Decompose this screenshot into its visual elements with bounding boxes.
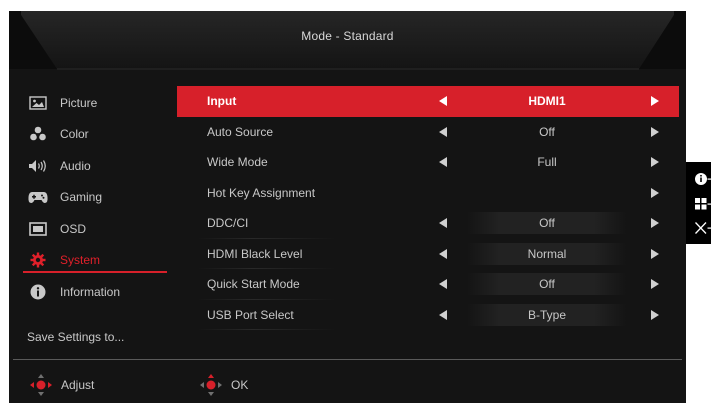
row-label: Quick Start Mode	[207, 277, 300, 292]
title-bar: Mode - Standard	[9, 11, 686, 73]
arrow-left-icon[interactable]	[439, 96, 447, 107]
arrow-right-icon[interactable]	[651, 218, 659, 229]
menu-row-usb-port-select[interactable]: USB Port Select B-Type	[177, 300, 679, 330]
adjust-hint: Adjust	[29, 367, 94, 403]
picture-icon	[28, 95, 48, 111]
info-icon[interactable]	[695, 171, 711, 187]
osd-menu: Mode - Standard Picture Color Audio Gami…	[9, 11, 686, 403]
row-label: Hot Key Assignment	[207, 185, 316, 200]
osd-icon	[28, 221, 48, 237]
row-value: Full	[537, 155, 557, 170]
sidebar-item-label: OSD	[60, 221, 87, 236]
row-value: Off	[467, 212, 627, 235]
row-label: USB Port Select	[207, 307, 294, 322]
sidebar: Picture Color Audio Gaming OSD System In…	[23, 87, 167, 308]
gear-icon	[28, 252, 48, 268]
sidebar-item-osd[interactable]: OSD	[23, 213, 167, 245]
info-icon	[28, 284, 48, 300]
settings-menu: Input HDMI1 Auto Source Off Wide Mode Fu…	[177, 86, 679, 330]
sidebar-item-gaming[interactable]: Gaming	[23, 182, 167, 214]
arrow-right-icon[interactable]	[651, 248, 659, 259]
footer-hints: Adjust OK	[9, 367, 686, 403]
row-value: Off	[467, 273, 627, 296]
sidebar-item-label: System	[60, 253, 101, 268]
arrow-left-icon[interactable]	[439, 279, 447, 290]
sidebar-item-label: Picture	[60, 95, 98, 110]
arrow-right-icon[interactable]	[651, 309, 659, 320]
arrow-left-icon[interactable]	[439, 157, 447, 168]
gamepad-icon	[28, 189, 48, 205]
row-value: Off	[539, 124, 555, 139]
row-underline	[197, 329, 337, 330]
dpad-adjust-icon	[30, 374, 52, 396]
menu-row-ddc-ci[interactable]: DDC/CI Off	[177, 208, 679, 239]
arrow-right-icon[interactable]	[651, 96, 659, 107]
sidebar-item-label: Gaming	[60, 190, 103, 205]
page-title: Mode - Standard	[301, 29, 394, 43]
arrow-left-icon[interactable]	[439, 218, 447, 229]
footer-divider	[13, 359, 682, 360]
row-label: DDC/CI	[207, 216, 249, 231]
ok-hint: OK	[199, 367, 248, 403]
grid-icon[interactable]	[695, 196, 711, 212]
row-value: B-Type	[467, 303, 627, 326]
sidebar-item-color[interactable]: Color	[23, 119, 167, 151]
quick-side-panel	[686, 162, 711, 244]
menu-row-wide-mode[interactable]: Wide Mode Full	[177, 147, 679, 178]
arrow-right-icon[interactable]	[651, 187, 659, 198]
speaker-icon	[28, 158, 48, 174]
sidebar-item-information[interactable]: Information	[23, 276, 167, 308]
arrow-left-icon[interactable]	[439, 248, 447, 259]
color-palette-icon	[28, 126, 48, 142]
sidebar-item-label: Color	[60, 127, 89, 142]
arrow-right-icon[interactable]	[651, 279, 659, 290]
menu-row-auto-source[interactable]: Auto Source Off	[177, 117, 679, 148]
menu-row-input[interactable]: Input HDMI1	[177, 86, 679, 117]
arrow-right-icon[interactable]	[651, 157, 659, 168]
sidebar-item-audio[interactable]: Audio	[23, 150, 167, 182]
row-label: HDMI Black Level	[207, 246, 303, 261]
dpad-ok-icon	[200, 374, 222, 396]
menu-row-hdmi-black-level[interactable]: HDMI Black Level Normal	[177, 239, 679, 269]
arrow-right-icon[interactable]	[651, 126, 659, 137]
row-label: Auto Source	[207, 124, 274, 139]
arrow-left-icon[interactable]	[439, 309, 447, 320]
sidebar-item-label: Audio	[60, 158, 91, 173]
ok-label: OK	[231, 378, 249, 392]
row-value: HDMI1	[528, 94, 566, 109]
menu-row-hot-key-assignment[interactable]: Hot Key Assignment	[177, 178, 679, 209]
arrow-left-icon[interactable]	[439, 126, 447, 137]
adjust-label: Adjust	[61, 378, 95, 392]
sidebar-item-label: Information	[60, 284, 121, 299]
save-settings-button[interactable]: Save Settings to...	[27, 330, 124, 344]
close-icon[interactable]	[695, 220, 711, 236]
menu-row-quick-start-mode[interactable]: Quick Start Mode Off	[177, 269, 679, 300]
row-label: Wide Mode	[207, 155, 268, 170]
sidebar-item-picture[interactable]: Picture	[23, 87, 167, 119]
row-label: Input	[207, 94, 237, 109]
sidebar-item-system[interactable]: System	[23, 245, 167, 277]
row-value: Normal	[467, 242, 627, 265]
